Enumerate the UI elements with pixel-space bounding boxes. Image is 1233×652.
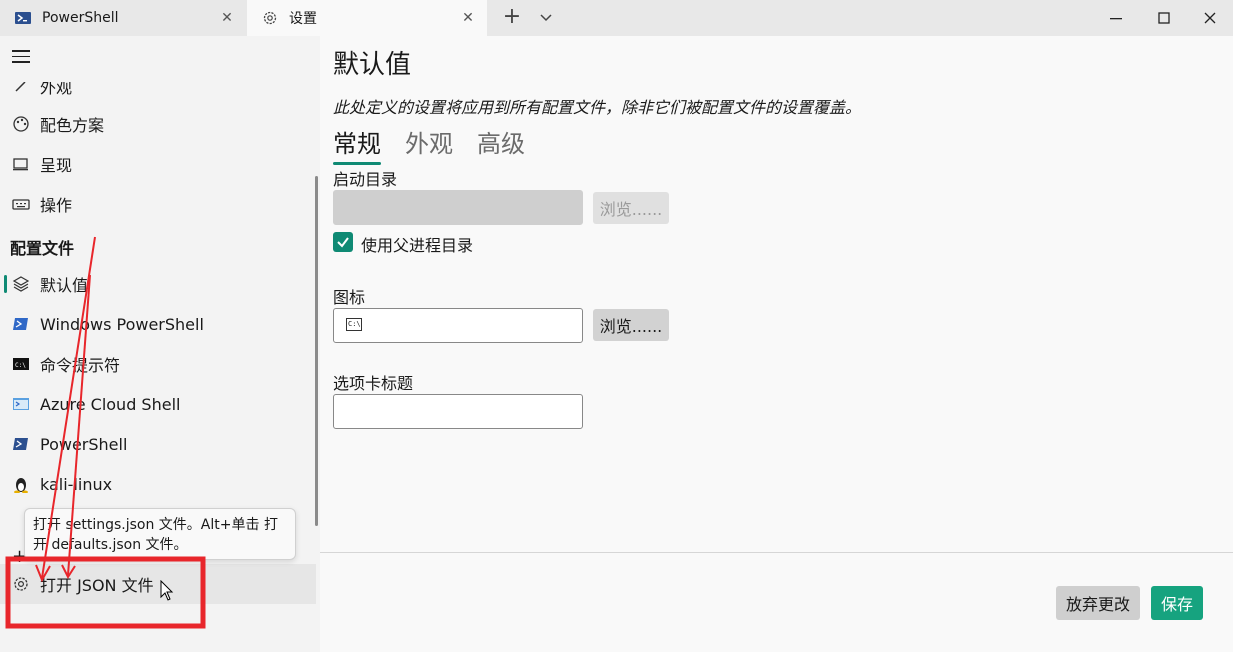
sidebar-item-label: 操作 <box>40 196 73 215</box>
page-description: 此处定义的设置将应用到所有配置文件，除非它们被配置文件的设置覆盖。 <box>333 98 862 117</box>
sidebar-item-label: 配色方案 <box>40 116 105 135</box>
sidebar-item-label: 外观 <box>40 78 73 97</box>
open-json-label: 打开 JSON 文件 <box>40 576 154 595</box>
monitor-icon <box>12 155 30 173</box>
open-json-button[interactable]: 打开 JSON 文件 <box>0 564 316 604</box>
discard-button[interactable]: 放弃更改 <box>1056 586 1140 620</box>
maximize-button[interactable] <box>1152 6 1176 30</box>
tab-advanced[interactable]: 高级 <box>477 124 525 165</box>
icon-input[interactable]: C:\ <box>333 308 583 343</box>
sidebar-item-kali-linux[interactable]: kali-linux <box>0 465 316 503</box>
tab-general[interactable]: 常规 <box>333 124 381 165</box>
minimize-button[interactable] <box>1104 6 1128 30</box>
mouse-cursor-icon <box>160 579 174 606</box>
tab-title-input[interactable] <box>333 394 583 429</box>
use-parent-checkbox[interactable] <box>333 232 353 252</box>
close-window-button[interactable] <box>1198 6 1222 30</box>
open-json-tooltip: 打开 settings.json 文件。Alt+单击 打开 defaults.j… <box>24 508 296 560</box>
title-bar: PowerShell ✕ 设置 ✕ + <box>0 0 1233 36</box>
tab-label: PowerShell <box>42 10 119 26</box>
sidebar-item-windows-powershell[interactable]: Windows PowerShell <box>0 305 316 343</box>
save-button[interactable]: 保存 <box>1151 586 1203 620</box>
icon-label: 图标 <box>333 288 366 307</box>
sidebar-item-powershell[interactable]: PowerShell <box>0 425 316 463</box>
profiles-section-title: 配置文件 <box>10 239 75 258</box>
tab-settings[interactable]: 设置 ✕ <box>247 0 487 36</box>
sidebar-item-label: Azure Cloud Shell <box>40 394 181 414</box>
sidebar-item-color-schemes[interactable]: 配色方案 <box>0 105 316 143</box>
start-dir-label: 启动目录 <box>333 170 398 189</box>
sidebar-item-appearance[interactable]: 外观 <box>0 78 316 104</box>
footer-divider <box>320 552 1233 553</box>
sidebar-item-label: Windows PowerShell <box>40 314 204 334</box>
sidebar-item-rendering[interactable]: 呈现 <box>0 145 316 183</box>
sidebar-item-cmd[interactable]: C:\ 命令提示符 <box>0 345 316 383</box>
sidebar-item-label: 呈现 <box>40 156 73 175</box>
close-icon[interactable]: ✕ <box>218 9 236 27</box>
settings-panel: 默认值 此处定义的设置将应用到所有配置文件，除非它们被配置文件的设置覆盖。 常规… <box>320 36 1233 652</box>
linux-icon <box>12 475 30 493</box>
use-parent-label: 使用父进程目录 <box>361 236 474 255</box>
chevron-down-icon[interactable] <box>536 8 556 28</box>
sidebar-scrollbar[interactable] <box>315 176 318 526</box>
sidebar-item-label: 命令提示符 <box>40 356 121 375</box>
sidebar-item-label: kali-linux <box>40 474 113 494</box>
layers-icon <box>12 275 30 293</box>
azure-icon <box>12 395 30 413</box>
brush-icon <box>12 82 30 95</box>
keyboard-icon <box>12 195 30 213</box>
svg-text:C:\: C:\ <box>15 362 26 369</box>
tab-powershell[interactable]: PowerShell ✕ <box>0 0 246 36</box>
sidebar-item-azure[interactable]: Azure Cloud Shell <box>0 385 316 423</box>
sidebar-item-actions[interactable]: 操作 <box>0 185 316 223</box>
browse-icon-button[interactable]: 浏览...... <box>593 309 669 341</box>
powershell-icon <box>12 315 30 333</box>
new-tab-button[interactable]: + <box>500 6 524 30</box>
hamburger-menu-icon[interactable] <box>12 50 30 64</box>
gear-icon <box>12 575 30 593</box>
browse-start-dir-button[interactable]: 浏览...... <box>593 192 669 224</box>
cmd-icon: C:\ <box>12 355 30 373</box>
tab-appearance[interactable]: 外观 <box>405 124 453 165</box>
tab-label: 设置 <box>289 11 317 27</box>
sidebar-item-label: 默认值 <box>40 276 89 295</box>
tab-title-label: 选项卡标题 <box>333 374 414 393</box>
palette-icon <box>12 115 30 133</box>
sidebar-item-defaults[interactable]: 默认值 <box>0 265 316 303</box>
icon-input-value: C:\ <box>346 318 362 331</box>
powershell-icon <box>12 435 30 453</box>
sidebar-item-label: PowerShell <box>40 434 128 454</box>
gear-icon <box>261 9 279 27</box>
close-icon[interactable]: ✕ <box>459 9 477 27</box>
powershell-icon <box>14 9 32 27</box>
profile-tabs: 常规 外观 高级 <box>333 124 525 165</box>
start-dir-input[interactable] <box>333 190 583 225</box>
page-title: 默认值 <box>333 50 412 80</box>
